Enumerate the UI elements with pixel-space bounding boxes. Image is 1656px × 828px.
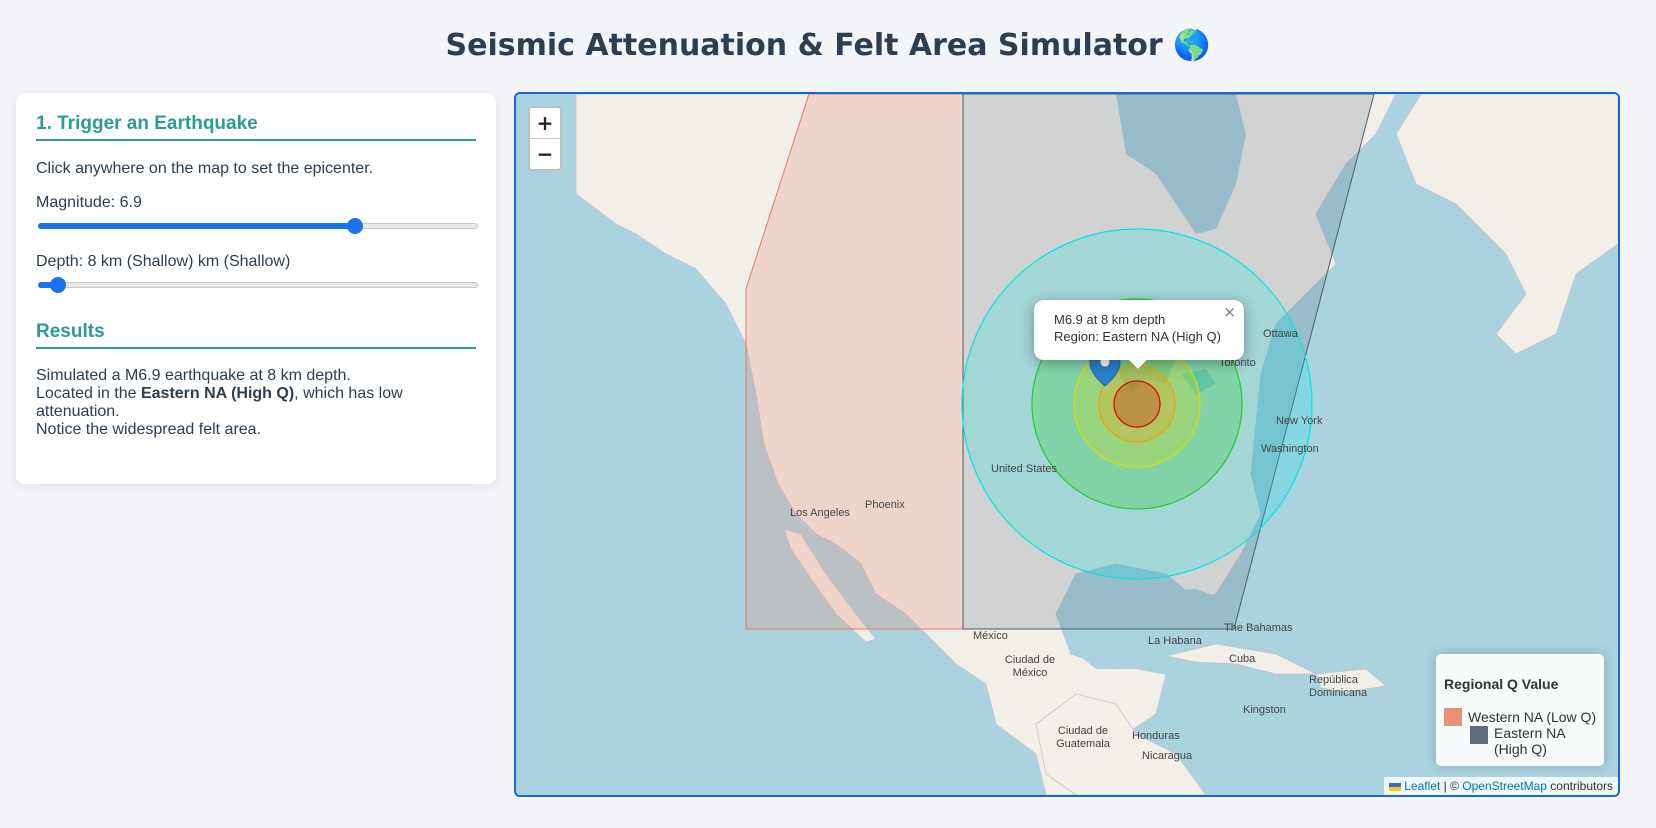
legend-item-eastern: Eastern NA (High Q) (1494, 725, 1565, 757)
zoom-in-button[interactable]: + (530, 108, 560, 138)
control-panel: 1. Trigger an Earthquake Click anywhere … (16, 93, 496, 484)
magnitude-label: Magnitude: 6.9 (36, 194, 142, 211)
magnitude-slider[interactable] (38, 216, 478, 236)
place-label-nicaragua: Nicaragua (1142, 750, 1193, 762)
popup-line-1: M6.9 at 8 km depth (1054, 312, 1166, 327)
results-text: Simulated a M6.9 earthquake at 8 km dept… (36, 367, 476, 439)
instruction-text: Click anywhere on the map to set the epi… (36, 160, 374, 177)
slider-thumb[interactable] (346, 218, 363, 234)
legend-item-western: Western NA (Low Q) (1468, 709, 1597, 725)
results-line-1: Simulated a M6.9 earthquake at 8 km dept… (36, 367, 351, 384)
q-value-legend: Regional Q Value Western NA (Low Q) East… (1436, 654, 1604, 766)
place-label-new-york: New York (1276, 415, 1323, 427)
page-title: Seismic Attenuation & Felt Area Simulato… (445, 28, 1211, 63)
map-container[interactable]: Ottawa Toronto New York Washington Unite… (514, 92, 1620, 797)
place-label-phoenix: Phoenix (865, 499, 905, 511)
place-label-ottawa: Ottawa (1263, 328, 1298, 340)
place-label-kingston: Kingston (1243, 704, 1286, 716)
results-line-2-prefix: Located in the (36, 385, 141, 402)
place-label-united-states: United States (991, 463, 1058, 475)
place-label-cuba: Cuba (1229, 653, 1256, 665)
place-label-washington: Washington (1261, 443, 1319, 455)
attribution-suffix: contributors (1546, 779, 1613, 793)
legend-swatch-western (1444, 708, 1462, 726)
depth-slider[interactable] (38, 275, 478, 295)
attribution-separator: | © (1440, 779, 1463, 793)
felt-rings (961, 228, 1313, 580)
slider-track (38, 282, 478, 288)
place-label-honduras: Honduras (1132, 730, 1180, 742)
leaflet-link[interactable]: Leaflet (1404, 779, 1440, 793)
depth-label: Depth: 8 km (Shallow) km (Shallow) (36, 253, 291, 270)
results-heading: Results (36, 321, 476, 349)
legend-swatch-eastern (1470, 726, 1488, 744)
popup-close-button[interactable]: × (1223, 304, 1236, 321)
place-label-mexico: México (973, 630, 1008, 642)
results-line-2: Located in the Eastern NA (High Q), whic… (36, 385, 476, 421)
map-attribution: Leaflet | © OpenStreetMap contributors (1383, 777, 1618, 795)
place-label-ciudad-de-guatemala: Ciudad de Guatemala (1056, 725, 1110, 750)
popup-line-2: Region: Eastern NA (High Q) (1054, 329, 1221, 344)
slider-thumb[interactable] (49, 277, 66, 293)
osm-link[interactable]: OpenStreetMap (1462, 779, 1547, 793)
slider-fill (38, 223, 355, 229)
place-label-republica-dominicana: República Dominicana (1309, 674, 1368, 699)
place-label-the-bahamas: The Bahamas (1224, 622, 1293, 634)
zoom-control: + − (528, 106, 562, 171)
zoom-out-button[interactable]: − (530, 138, 560, 169)
results-line-3: Notice the widespread felt area. (36, 421, 262, 438)
epicenter-popup: M6.9 at 8 km depth Region: Eastern NA (H… (1034, 300, 1244, 360)
legend-title: Regional Q Value (1444, 676, 1559, 692)
place-label-ciudad-de-mexico: Ciudad de México (1004, 654, 1056, 679)
region-name: Eastern NA (High Q) (140, 385, 295, 402)
ukraine-flag-icon (1388, 782, 1401, 791)
trigger-heading: 1. Trigger an Earthquake (36, 113, 476, 141)
place-label-los-angeles: Los Angeles (790, 507, 850, 519)
place-label-la-habana: La Habana (1148, 635, 1202, 647)
felt-ring-severe (1113, 380, 1161, 428)
popup-tip (1128, 360, 1148, 370)
